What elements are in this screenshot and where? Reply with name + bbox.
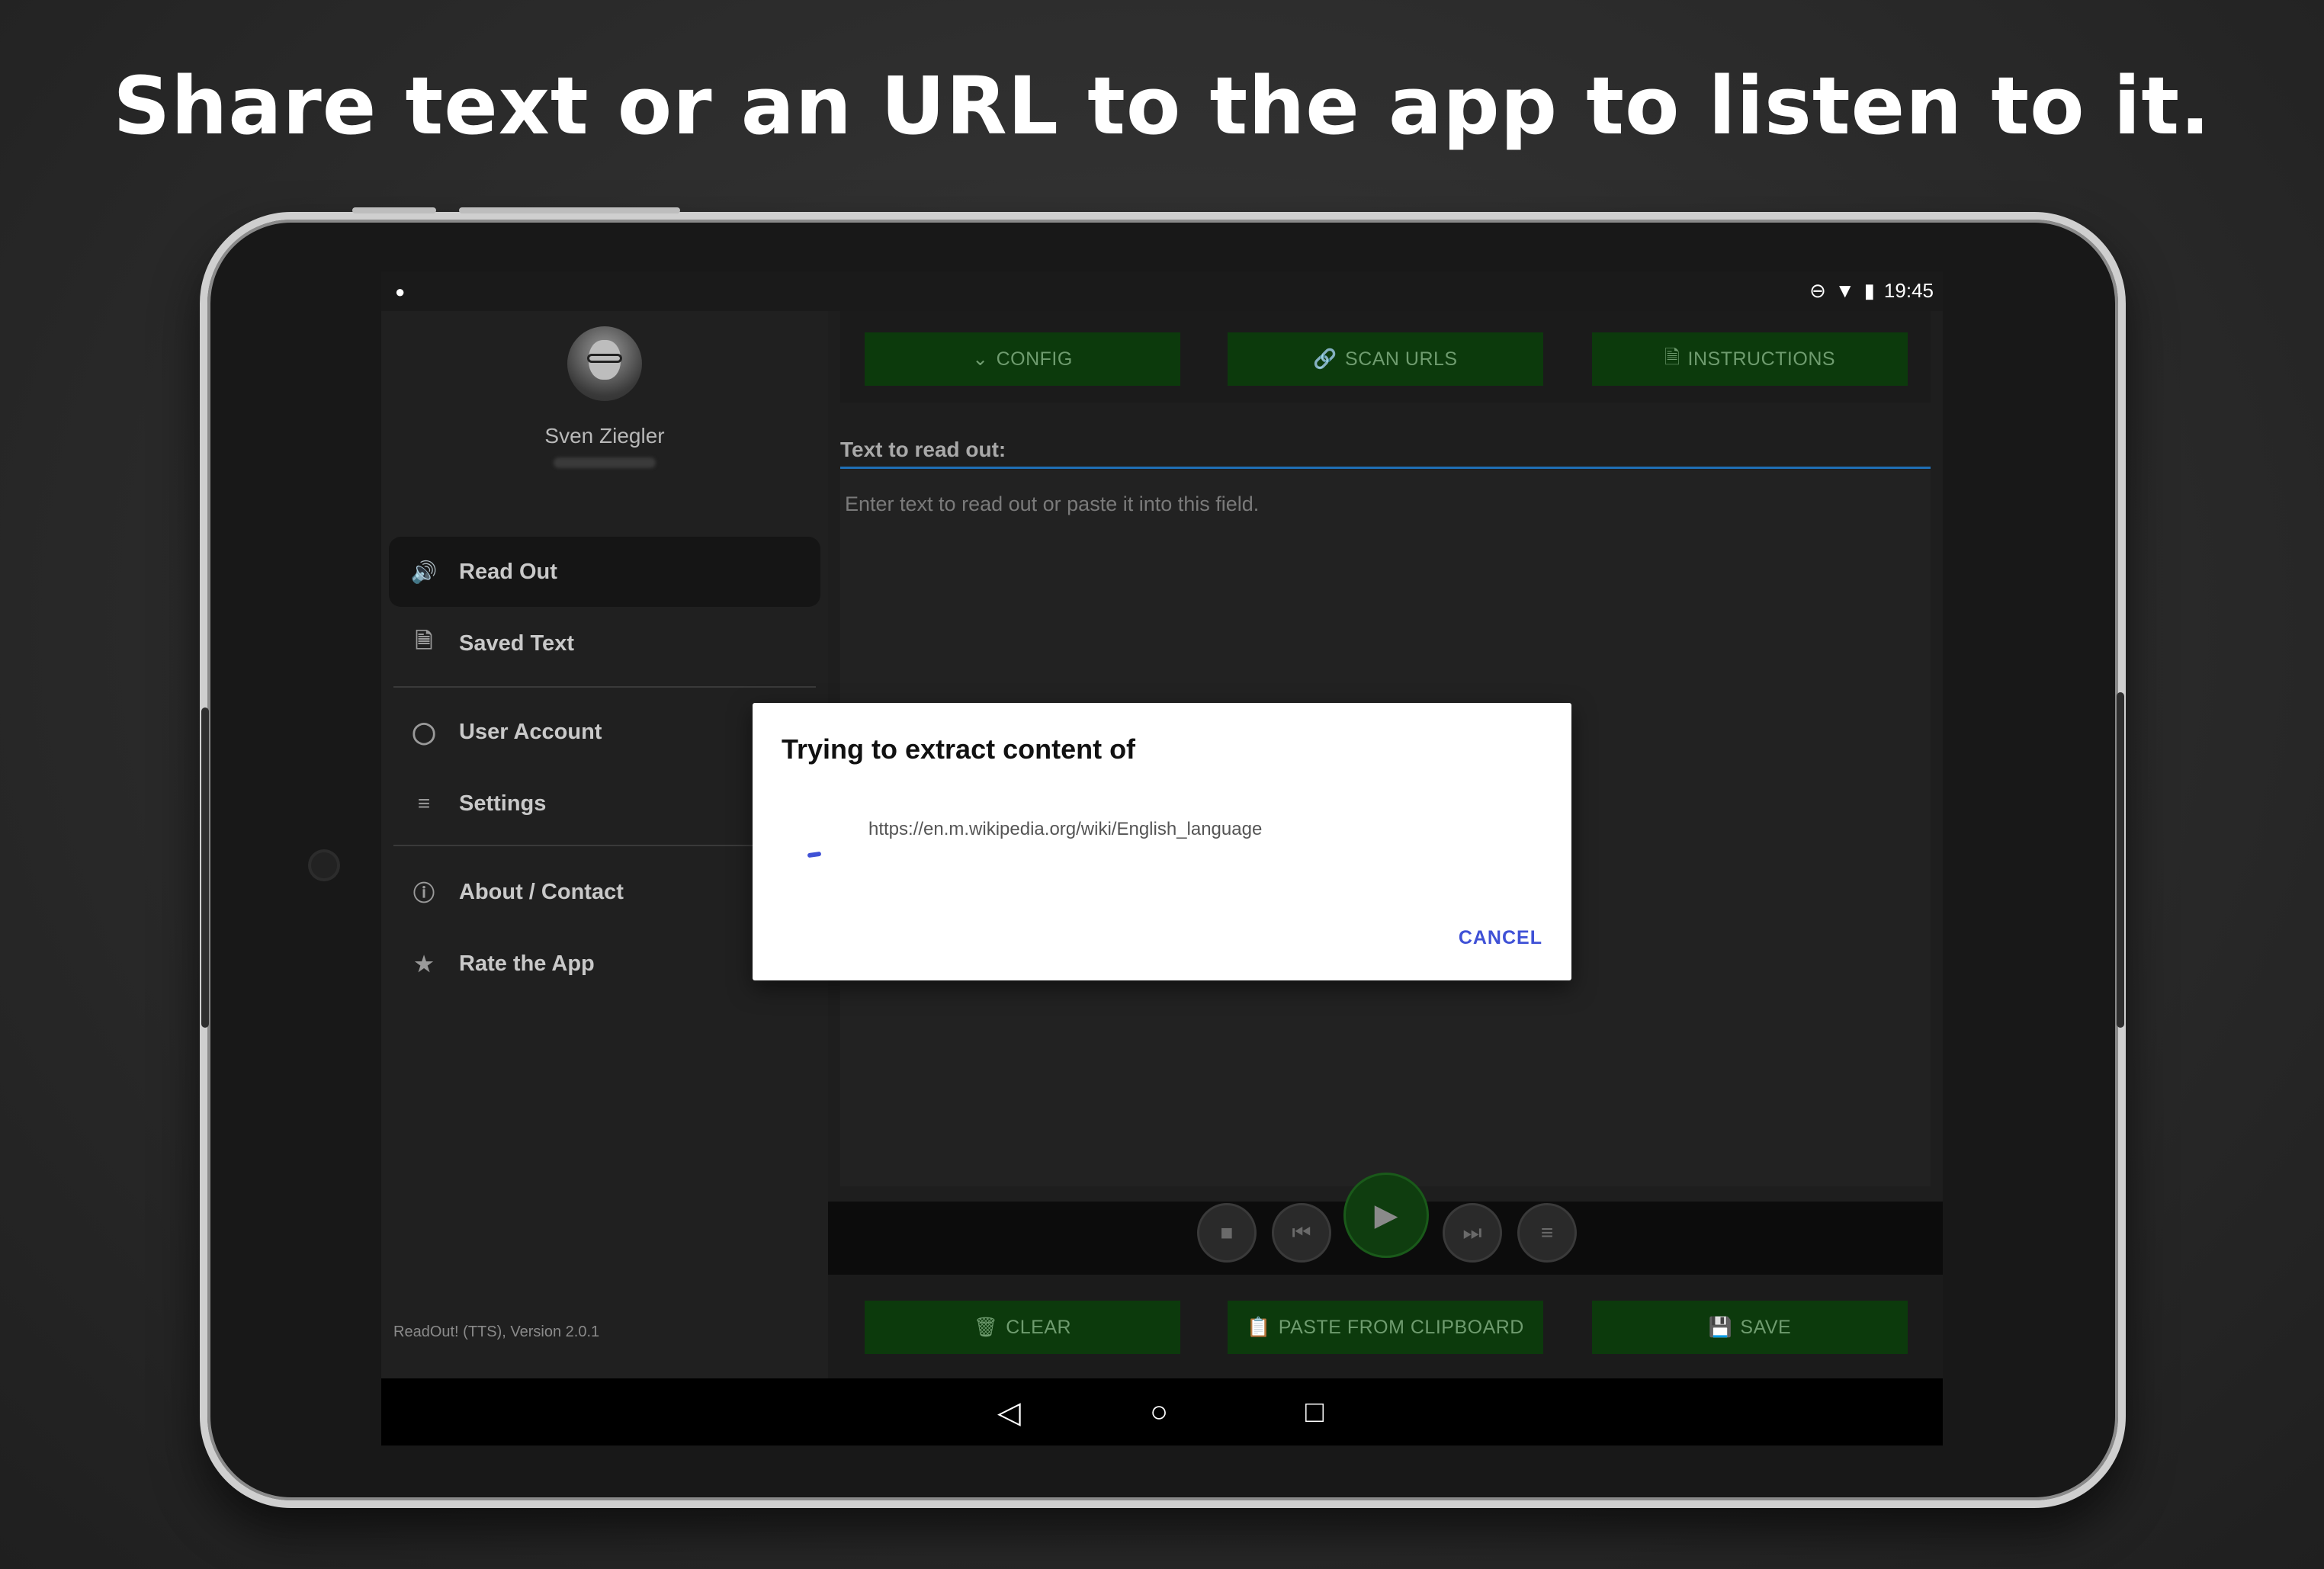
dialog-title: Trying to extract content of xyxy=(782,733,1136,765)
stop-button[interactable]: ■ xyxy=(1197,1203,1257,1263)
tablet-right-port xyxy=(2117,692,2124,1028)
star-icon: ★ xyxy=(414,951,434,976)
wifi-icon: ▼ xyxy=(1834,279,1855,302)
play-button[interactable]: ▶ xyxy=(1343,1173,1429,1258)
drawer-item-saved-text[interactable]: 🗎 Saved Text xyxy=(389,608,820,679)
stop-icon: ■ xyxy=(1220,1221,1234,1244)
scan-urls-label: SCAN URLS xyxy=(1345,348,1458,370)
help-icon: ⓘ xyxy=(412,881,435,905)
app-version: ReadOut! (TTS), Version 2.0.1 xyxy=(393,1324,600,1340)
chevron-down-icon: ⌄ xyxy=(972,348,989,370)
scan-urls-button[interactable]: 🔗 SCAN URLS xyxy=(1228,332,1543,386)
document-icon: 🗎 xyxy=(415,629,433,653)
text-field-underline xyxy=(840,467,1931,469)
config-button[interactable]: ⌄ CONFIG xyxy=(865,332,1180,386)
do-not-disturb-icon: ⊖ xyxy=(1809,279,1826,302)
play-icon: ▶ xyxy=(1374,1198,1398,1232)
user-name: Sven Ziegler xyxy=(544,424,665,448)
android-notification-icon: ● xyxy=(395,282,406,301)
clear-button[interactable]: 🗑 CLEAR xyxy=(865,1301,1180,1354)
cancel-button[interactable]: CANCEL xyxy=(1459,927,1542,949)
config-label: CONFIG xyxy=(996,348,1073,370)
back-icon[interactable]: ◁ xyxy=(997,1395,1021,1430)
drawer-item-label: Saved Text xyxy=(459,630,574,656)
drawer-item-label: Read Out xyxy=(459,559,557,584)
document-icon: 🗎 xyxy=(1664,346,1680,368)
drawer-item-label: Rate the App xyxy=(459,951,595,976)
dialog-url: https://en.m.wikipedia.org/wiki/English_… xyxy=(868,819,1263,839)
home-icon[interactable]: ○ xyxy=(1150,1395,1168,1429)
instructions-button[interactable]: 🗎 INSTRUCTIONS xyxy=(1592,332,1908,386)
user-email-blurred xyxy=(554,457,656,468)
clipboard-icon: 📋 xyxy=(1247,1316,1271,1338)
skip-back-icon: ⏮ xyxy=(1292,1220,1311,1244)
top-toolbar: ⌄ CONFIG 🔗 SCAN URLS 🗎 INSTRUCTIONS xyxy=(840,311,1931,403)
text-field-label: Text to read out: xyxy=(840,438,1006,461)
extract-content-dialog: Trying to extract content of https://en.… xyxy=(753,703,1571,980)
next-button[interactable]: ⏭ xyxy=(1443,1203,1502,1263)
sliders-icon: ≡ xyxy=(417,791,431,815)
tablet-volume-button xyxy=(352,207,436,213)
battery-icon: ▮ xyxy=(1863,279,1875,302)
drawer-item-label: About / Contact xyxy=(459,879,624,904)
drawer-item-read-out[interactable]: 🔊 Read Out xyxy=(389,537,820,607)
android-nav-bar: ◁ ○ □ xyxy=(381,1378,1943,1445)
skip-forward-icon: ⏭ xyxy=(1462,1220,1482,1244)
avatar[interactable] xyxy=(567,326,642,401)
drawer-item-label: Settings xyxy=(459,791,547,816)
drawer-item-label: User Account xyxy=(459,719,602,744)
save-label: SAVE xyxy=(1740,1316,1792,1338)
status-time: 19:45 xyxy=(1883,279,1934,302)
audio-settings-button[interactable]: ≡ xyxy=(1517,1203,1577,1263)
link-icon: 🔗 xyxy=(1313,348,1338,370)
trash-icon: 🗑 xyxy=(973,1316,999,1338)
drawer-divider xyxy=(393,686,816,688)
tablet-left-port xyxy=(201,707,209,1028)
text-input-placeholder: Enter text to read out or paste it into … xyxy=(845,493,1260,515)
instructions-label: INSTRUCTIONS xyxy=(1687,348,1836,370)
headline: Share text or an URL to the app to liste… xyxy=(113,59,2211,152)
previous-button[interactable]: ⏮ xyxy=(1272,1203,1331,1263)
speaker-icon: 🔊 xyxy=(410,560,438,584)
bottom-toolbar: 🗑 CLEAR 📋 PASTE FROM CLIPBOARD 💾 SAVE xyxy=(828,1275,1943,1378)
user-icon: ◯ xyxy=(412,720,436,744)
status-bar: ● ⊖ ▼ ▮ 19:45 xyxy=(381,271,1943,311)
playback-controls: ■ ⏮ ▶ ⏭ ≡ xyxy=(828,1173,1943,1275)
tablet-power-button xyxy=(459,207,680,213)
recents-icon[interactable]: □ xyxy=(1305,1395,1324,1429)
save-icon: 💾 xyxy=(1708,1316,1733,1338)
save-button[interactable]: 💾 SAVE xyxy=(1592,1301,1908,1354)
paste-label: PASTE FROM CLIPBOARD xyxy=(1278,1316,1524,1338)
tablet-camera xyxy=(311,852,337,878)
loading-spinner xyxy=(807,851,822,858)
sliders-icon: ≡ xyxy=(1540,1221,1554,1244)
paste-from-clipboard-button[interactable]: 📋 PASTE FROM CLIPBOARD xyxy=(1228,1301,1543,1354)
clear-label: CLEAR xyxy=(1006,1316,1072,1338)
